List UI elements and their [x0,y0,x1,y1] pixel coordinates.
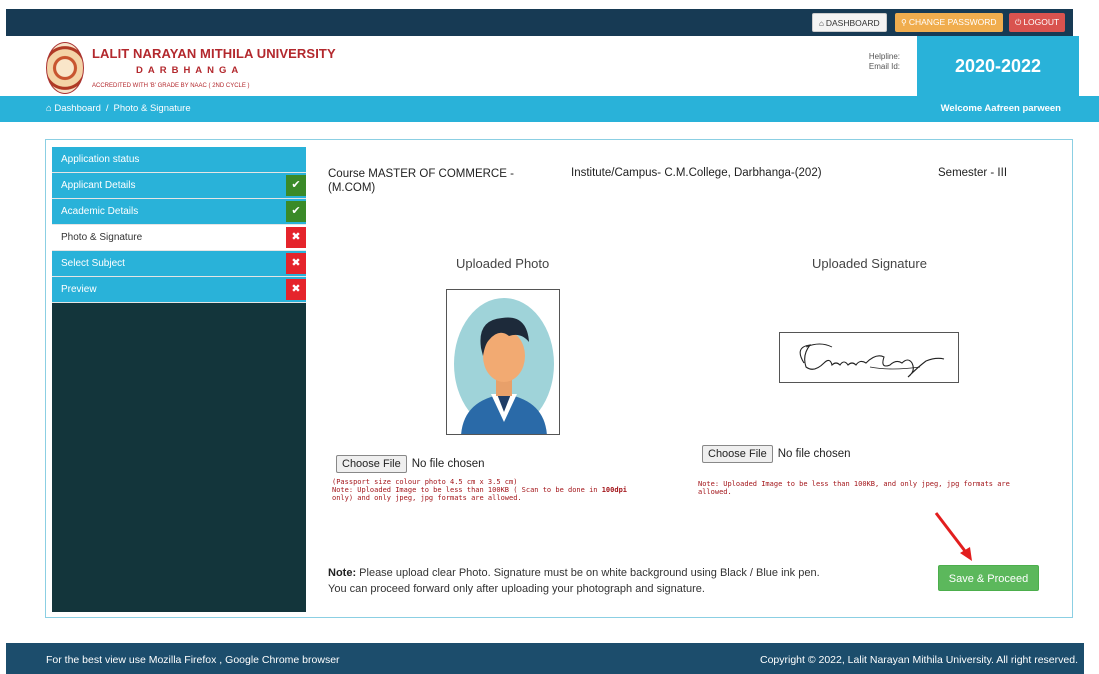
home-icon: ⌂ [819,19,824,28]
note-text: Please upload clear Photo. Signature mus… [356,567,820,579]
cross-icon: ✖ [286,227,306,248]
site-footer: For the best view use Mozilla Firefox , … [6,643,1084,674]
logout-label: LOGOUT [1023,17,1060,27]
sidebar-item-label: Application status [61,154,140,165]
site-header: LALIT NARAYAN MITHILA UNIVERSITY DARBHAN… [6,36,1079,96]
choose-photo-button[interactable]: Choose File [336,455,407,473]
sidebar: Application status Applicant Details ✔ A… [52,147,306,612]
breadcrumb-separator: / [105,103,109,114]
sidebar-item-label: Photo & Signature [61,232,143,243]
photo-hint-dpi: 100dpi [601,486,628,494]
signature-upload-hint: Note: Uploaded Image to be less than 100… [698,480,1010,496]
check-icon: ✔ [286,201,306,222]
email-label: Email Id: [868,62,900,71]
sidebar-item-application-status[interactable]: Application status [52,147,306,173]
helpline-info: Helpline: Email Id: [856,52,900,72]
sidebar-item-label: Select Subject [61,258,125,269]
welcome-text: Welcome Aafreen parween [940,103,1061,114]
breadcrumb-bar: ⌂ Dashboard / Photo & Signature Welcome Aa… [0,96,1099,122]
sidebar-item-label: Academic Details [61,206,139,217]
footer-browser-note: For the best view use Mozilla Firefox , … [46,654,340,666]
signature-preview [779,332,959,383]
upload-note-line2: You can proceed forward only after uploa… [328,583,705,595]
helpline-label: Helpline: [868,52,900,61]
institute-info: Institute/Campus- C.M.College, Darbhanga… [571,167,822,179]
photo-preview [446,289,560,435]
main-panel: Application status Applicant Details ✔ A… [45,139,1073,618]
signature-image [799,343,945,378]
avatar-placeholder-image [454,298,554,434]
breadcrumb: ⌂ Dashboard / Photo & Signature [46,103,191,114]
key-icon: ⚲ [901,18,907,27]
cross-icon: ✖ [286,253,306,274]
dashboard-label: DASHBOARD [825,18,880,28]
sidebar-item-label: Preview [61,284,97,295]
sidebar-item-applicant-details[interactable]: Applicant Details ✔ [52,173,306,199]
upload-content: Course MASTER OF COMMERCE - (M.COM) Inst… [306,147,1066,612]
photo-upload-hint: (Passport size colour photo 4.5 cm x 3.5… [332,478,652,502]
signature-file-status: No file chosen [777,448,851,460]
semester-info: Semester - III [938,167,1008,179]
sidebar-item-photo-signature[interactable]: Photo & Signature ✖ [52,225,306,251]
power-icon: ⏻ [1015,18,1022,27]
footer-copyright: Copyright © 2022, Lalit Narayan Mithila … [759,654,1078,666]
university-city: DARBHANGA [136,65,244,76]
course-info: Course MASTER OF COMMERCE - (M.COM) [328,168,514,194]
sidebar-item-select-subject[interactable]: Select Subject ✖ [52,251,306,277]
university-name: LALIT NARAYAN MITHILA UNIVERSITY [92,46,336,61]
photo-hint-note-a: Note: Uploaded Image to be less than 100… [332,486,602,494]
note-label: Note: [328,567,357,579]
session-year: 2020-2022 [917,36,1079,96]
change-password-label: CHANGE PASSWORD [908,17,997,27]
cross-icon: ✖ [286,279,306,300]
signature-file-input[interactable]: Choose File No file chosen [702,445,851,463]
photo-file-status: No file chosen [411,458,485,470]
logout-button[interactable]: ⏻ LOGOUT [1009,13,1066,32]
sidebar-item-preview[interactable]: Preview ✖ [52,277,306,303]
change-password-button[interactable]: ⚲ CHANGE PASSWORD [895,13,1003,32]
check-icon: ✔ [286,175,306,196]
photo-hint-note: Note: Uploaded Image to be less than 100… [332,486,652,502]
arrow-annotation-icon [934,512,972,561]
sidebar-item-label: Applicant Details [61,180,136,191]
choose-signature-button[interactable]: Choose File [702,445,773,463]
top-navbar: ⌂ DASHBOARD ⚲ CHANGE PASSWORD ⏻ LOGOUT [6,9,1073,36]
breadcrumb-current: Photo & Signature [113,103,191,114]
photo-hint-note-b: only) and only jpeg, jpg formats are all… [332,494,522,502]
save-and-proceed-button[interactable]: Save & Proceed [938,565,1039,591]
photo-hint-size: (Passport size colour photo 4.5 cm x 3.5… [332,478,518,486]
uploaded-signature-title: Uploaded Signature [812,256,927,271]
uploaded-photo-title: Uploaded Photo [456,256,550,271]
photo-file-input[interactable]: Choose File No file chosen [336,455,485,473]
dashboard-button[interactable]: ⌂ DASHBOARD [812,13,887,32]
upload-note: Note: Please upload clear Photo. Signatu… [328,565,868,597]
breadcrumb-dashboard-link[interactable]: Dashboard [54,103,100,114]
accreditation-text: ACCREDITED WITH 'B' GRADE BY NAAC ( 2ND … [92,83,250,89]
upload-note-line1: Note: Please upload clear Photo. Signatu… [328,565,868,581]
sidebar-item-academic-details[interactable]: Academic Details ✔ [52,199,306,225]
university-logo [46,42,84,94]
